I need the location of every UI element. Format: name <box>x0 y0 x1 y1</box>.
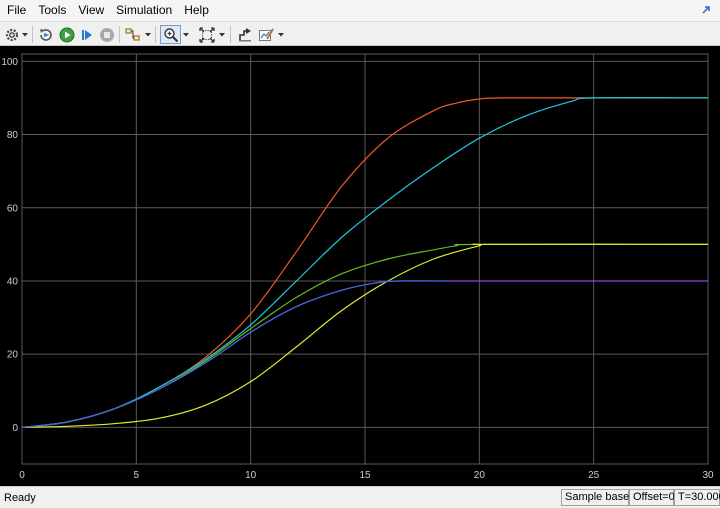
status-text: Ready <box>4 492 36 504</box>
restore-button[interactable] <box>36 25 56 44</box>
toolbar-separator <box>155 26 156 43</box>
edit-style-icon <box>259 27 274 41</box>
gear-icon <box>5 28 19 41</box>
y-tick-label: 60 <box>7 203 19 214</box>
x-tick-label: 5 <box>134 470 140 481</box>
menu-help[interactable]: Help <box>178 0 215 21</box>
toolbar <box>0 21 720 46</box>
chevron-down-icon <box>278 32 284 36</box>
chevron-down-icon <box>145 32 151 36</box>
step-forward-icon <box>81 29 92 40</box>
y-tick-label: 0 <box>12 423 18 434</box>
highlight-dropdown[interactable] <box>144 25 152 44</box>
x-tick-label: 25 <box>588 470 600 481</box>
y-tick-label: 20 <box>7 350 19 361</box>
y-tick-label: 40 <box>7 276 19 287</box>
menu-view[interactable]: View <box>72 0 110 21</box>
highlight-icon <box>125 27 140 41</box>
zoom-in-icon <box>163 27 178 42</box>
grid <box>21 53 709 465</box>
cursor-measurements-button[interactable] <box>235 25 255 44</box>
x-tick-label: 15 <box>359 470 371 481</box>
offset-indicator: Offset=0 <box>629 489 675 506</box>
restore-icon <box>40 28 52 41</box>
fit-to-view-button[interactable] <box>197 25 217 44</box>
settings-button[interactable] <box>3 25 21 44</box>
scope-display[interactable]: 0 5 10 15 20 25 30 0 20 40 60 80 100 <box>0 46 720 486</box>
x-tick-label: 0 <box>19 470 25 481</box>
stop-icon <box>99 27 114 42</box>
y-tick-label: 80 <box>7 130 19 141</box>
toolbar-separator <box>230 26 231 43</box>
x-axis-tick-labels: 0 5 10 15 20 25 30 <box>19 470 714 481</box>
x-tick-label: 20 <box>474 470 486 481</box>
fit-to-view-icon <box>199 26 215 43</box>
settings-dropdown[interactable] <box>21 25 29 44</box>
style-dropdown[interactable] <box>277 25 285 44</box>
scope-window: File Tools View Simulation Help 0 5 10 1… <box>0 0 720 508</box>
y-axis-tick-labels: 0 20 40 60 80 100 <box>1 57 18 434</box>
x-tick-label: 10 <box>245 470 257 481</box>
zoom-dropdown[interactable] <box>182 25 190 44</box>
menu-bar: File Tools View Simulation Help <box>0 0 720 21</box>
menu-simulation[interactable]: Simulation <box>110 0 178 21</box>
undock-icon[interactable] <box>700 4 712 16</box>
chevron-down-icon <box>183 32 189 36</box>
toolbar-separator <box>32 26 33 43</box>
scope-plot: 0 5 10 15 20 25 30 0 20 40 60 80 100 <box>1 53 714 481</box>
step-forward-button[interactable] <box>77 25 96 44</box>
run-icon <box>59 27 74 42</box>
zoom-in-button[interactable] <box>160 25 181 44</box>
toolbar-separator <box>119 26 120 43</box>
status-bar: Ready Sample based Offset=0 T=30.000 <box>0 486 720 508</box>
time-indicator: T=30.000 <box>674 489 720 506</box>
sample-mode-indicator: Sample based <box>561 489 635 506</box>
chevron-down-icon <box>219 32 225 36</box>
run-button[interactable] <box>57 25 76 44</box>
menu-file[interactable]: File <box>0 0 32 21</box>
highlight-block-button[interactable] <box>123 25 143 44</box>
cursor-measure-icon <box>239 27 251 41</box>
fit-dropdown[interactable] <box>218 25 226 44</box>
menu-tools[interactable]: Tools <box>32 0 72 21</box>
style-button[interactable] <box>256 25 276 44</box>
chevron-down-icon <box>22 32 28 36</box>
y-tick-label: 100 <box>1 57 18 68</box>
x-tick-label: 30 <box>702 470 714 481</box>
stop-button[interactable] <box>97 25 116 44</box>
